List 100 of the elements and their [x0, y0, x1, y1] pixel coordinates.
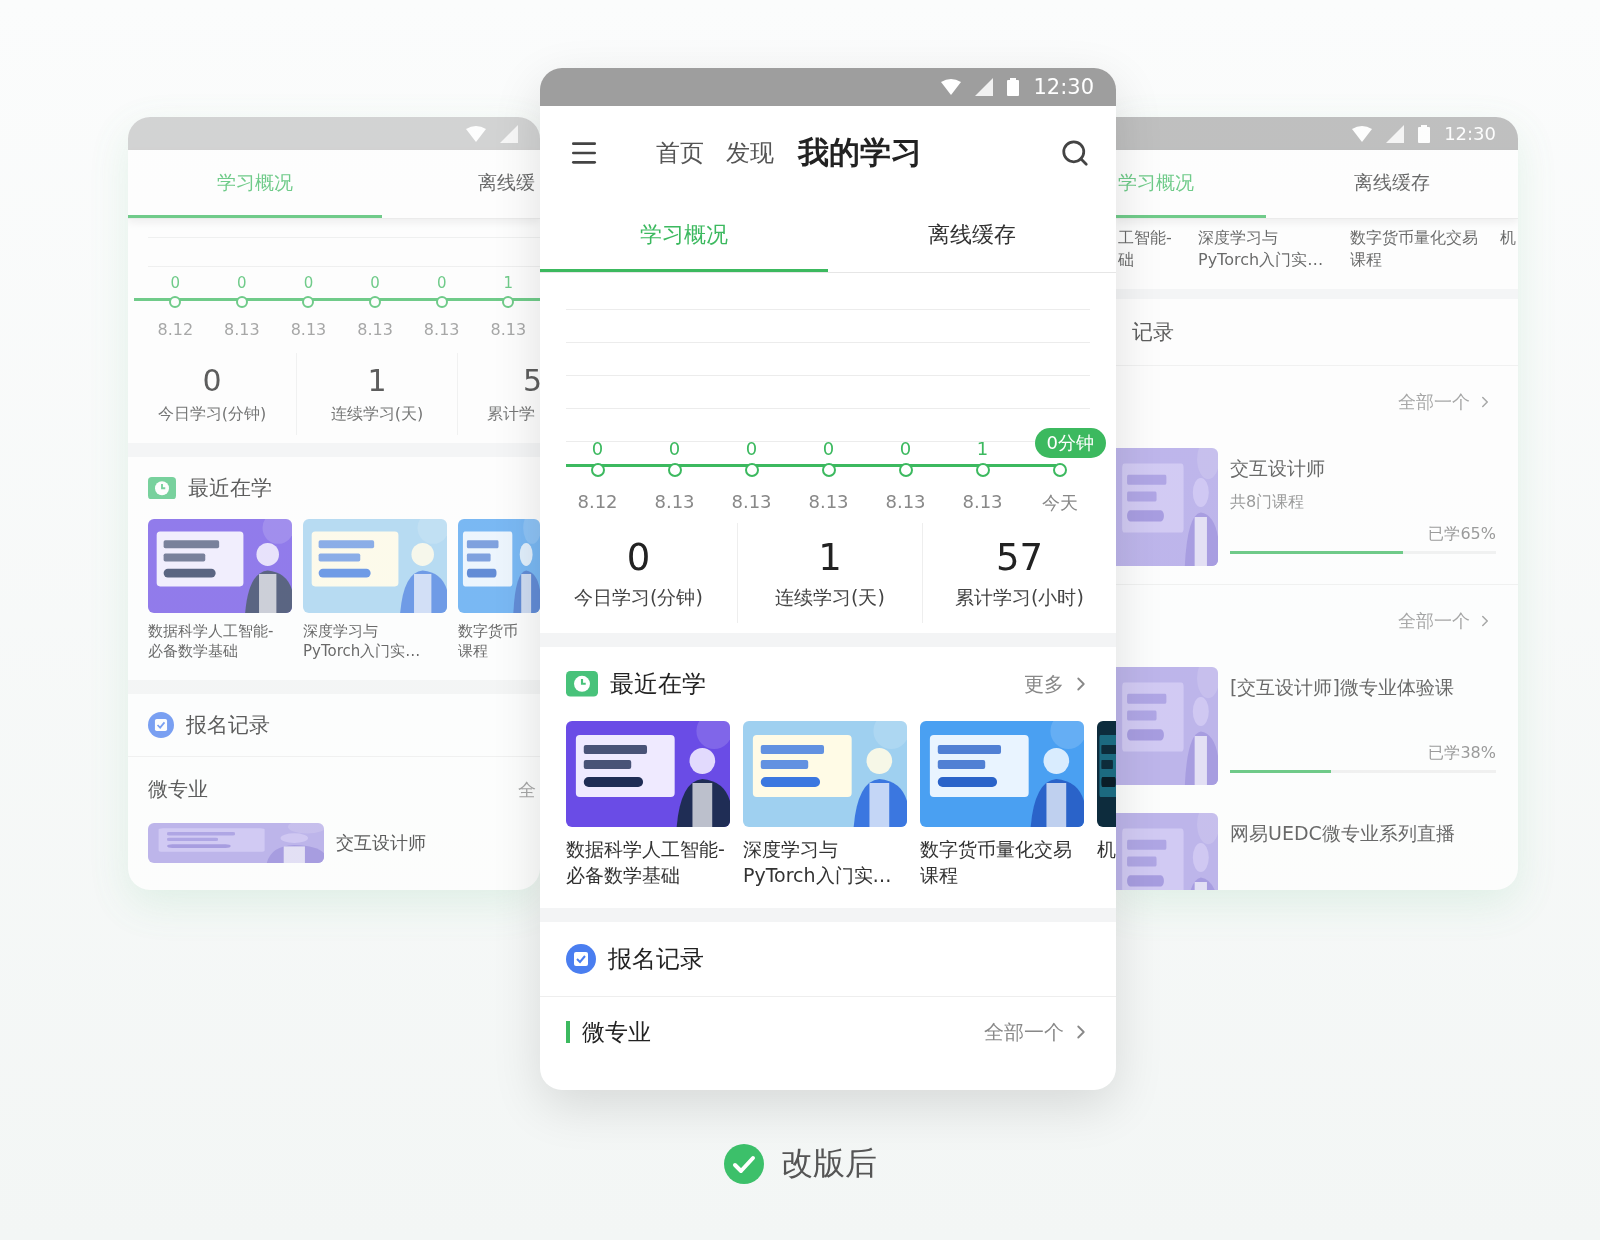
- stat-label: 累计学习(小时): [955, 584, 1084, 610]
- chart-point: [435, 296, 448, 308]
- course-title[interactable]: 深度学习与 PyTorch入门实…: [1198, 227, 1350, 289]
- date-label: 8.13: [808, 491, 849, 512]
- chart-point: [821, 463, 836, 477]
- date-label: 8.13: [490, 320, 527, 339]
- chart-point: [235, 296, 248, 308]
- stat-value: 1: [367, 363, 387, 398]
- point-value: 0: [170, 274, 181, 292]
- date-label: 8.13: [962, 491, 1003, 512]
- date-label: 8.12: [157, 320, 194, 339]
- progress-text: 已学38%: [1428, 743, 1496, 764]
- point-value: 1: [503, 274, 514, 292]
- clock-icon: [566, 671, 598, 697]
- date-label: 8.13: [423, 320, 460, 339]
- signal-icon: [975, 78, 994, 96]
- course-subtitle: 共8门课程: [1230, 492, 1306, 513]
- wifi-icon: [466, 125, 486, 142]
- clock-icon: [148, 476, 176, 500]
- course-title[interactable]: 网易UEDC微专业系列直播: [1230, 821, 1496, 847]
- status-time: 12:30: [1444, 123, 1496, 144]
- chart-point: [898, 463, 913, 477]
- point-value: 1: [976, 437, 989, 459]
- all-link[interactable]: 全部一个: [984, 1018, 1092, 1046]
- section-subtitle: 微专业: [148, 776, 208, 803]
- course-title[interactable]: 数字货币 课程: [458, 621, 540, 662]
- date-label: 8.13: [224, 320, 260, 339]
- course-title[interactable]: 工智能- 础: [1118, 227, 1198, 289]
- status-time: 12:30: [1033, 75, 1094, 99]
- section-title: 最近在学: [610, 669, 706, 700]
- course-title[interactable]: 交互设计师: [1230, 456, 1496, 482]
- point-value: 0: [303, 274, 314, 292]
- checkbox-icon: [566, 944, 596, 975]
- point-value: 0: [237, 274, 247, 292]
- course-title[interactable]: 深度学习与 PyTorch入门实…: [303, 621, 447, 662]
- section-subtitle: 微专业: [582, 1017, 651, 1047]
- section-title: 最近在学: [188, 475, 272, 502]
- stat-label: 连续学习(天): [775, 584, 885, 610]
- stat-value: 1: [818, 535, 842, 579]
- nav-tab[interactable]: 我的学习: [798, 132, 922, 174]
- wifi-icon: [1352, 125, 1373, 142]
- point-value: 0: [668, 437, 681, 459]
- course-title[interactable]: 数字货币量化交易 课程: [1350, 227, 1500, 289]
- point-value: 0: [745, 437, 758, 459]
- stat-value: 5: [523, 363, 540, 398]
- course-title[interactable]: 数字货币量化交易 课程: [920, 837, 1084, 889]
- point-value: 0: [822, 437, 835, 459]
- course-title[interactable]: 深度学习与 PyTorch入门实…: [743, 837, 907, 889]
- chart-point: [169, 296, 182, 308]
- stat-label: 累计学: [487, 404, 535, 425]
- chart-point: [369, 296, 382, 308]
- chart-point: [302, 296, 315, 308]
- chart-point: [975, 463, 990, 477]
- caption: 改版后: [781, 1143, 877, 1184]
- accent-bar: [566, 1021, 570, 1044]
- chart-point: [590, 463, 605, 477]
- progress-text: 已学65%: [1428, 524, 1496, 545]
- today-badge: 0分钟: [1034, 428, 1106, 458]
- date-label: 8.13: [290, 320, 327, 339]
- date-label: 8.12: [577, 491, 618, 512]
- date-label: 8.13: [654, 491, 695, 512]
- wifi-icon: [941, 79, 962, 95]
- point-value: 0: [591, 437, 604, 459]
- checkbox-icon: [148, 711, 174, 738]
- date-label: 8.13: [357, 320, 393, 339]
- chart-point: [1052, 463, 1067, 477]
- date-label: 今天: [1041, 491, 1078, 515]
- course-title[interactable]: 机: [1500, 227, 1518, 289]
- stat-value: 57: [995, 535, 1044, 579]
- stat-label: 连续学习(天): [330, 404, 424, 425]
- course-title[interactable]: 数据科学人工智能- 必备数学基础: [148, 621, 292, 662]
- chart-point: [744, 463, 759, 477]
- battery-icon: [1418, 124, 1431, 143]
- course-title[interactable]: 机: [1097, 837, 1116, 863]
- battery-icon: [1007, 78, 1020, 96]
- point-value: 0: [436, 274, 447, 292]
- stat-value: 0: [202, 363, 222, 398]
- nav-tab[interactable]: 首页: [656, 137, 704, 169]
- signal-icon: [500, 124, 518, 143]
- chart-point: [667, 463, 682, 477]
- chart-point: [502, 296, 515, 308]
- signal-icon: [1386, 124, 1405, 143]
- tab[interactable]: 离线缓存: [1266, 150, 1518, 218]
- course-title[interactable]: 数据科学人工智能- 必备数学基础: [566, 837, 730, 889]
- section-title: 报名记录: [186, 711, 270, 739]
- stat-value: 0: [626, 535, 651, 579]
- date-label: 8.13: [885, 491, 926, 512]
- section-title: 记录: [1132, 319, 1174, 346]
- search-button[interactable]: [1060, 138, 1090, 168]
- stat-label: 今日学习(分钟): [574, 584, 703, 610]
- section-title: 报名记录: [608, 944, 704, 976]
- course-title[interactable]: [交互设计师]微专业体验课: [1230, 675, 1496, 701]
- more-link[interactable]: 更多: [1024, 670, 1092, 698]
- date-label: 8.13: [731, 491, 772, 512]
- nav-tab[interactable]: 发现: [726, 137, 774, 169]
- check-icon: [723, 1143, 765, 1185]
- course-title[interactable]: 交互设计师: [336, 830, 426, 855]
- point-value: 0: [899, 437, 912, 459]
- tab[interactable]: 离线缓: [382, 150, 540, 218]
- point-value: 0: [370, 274, 380, 292]
